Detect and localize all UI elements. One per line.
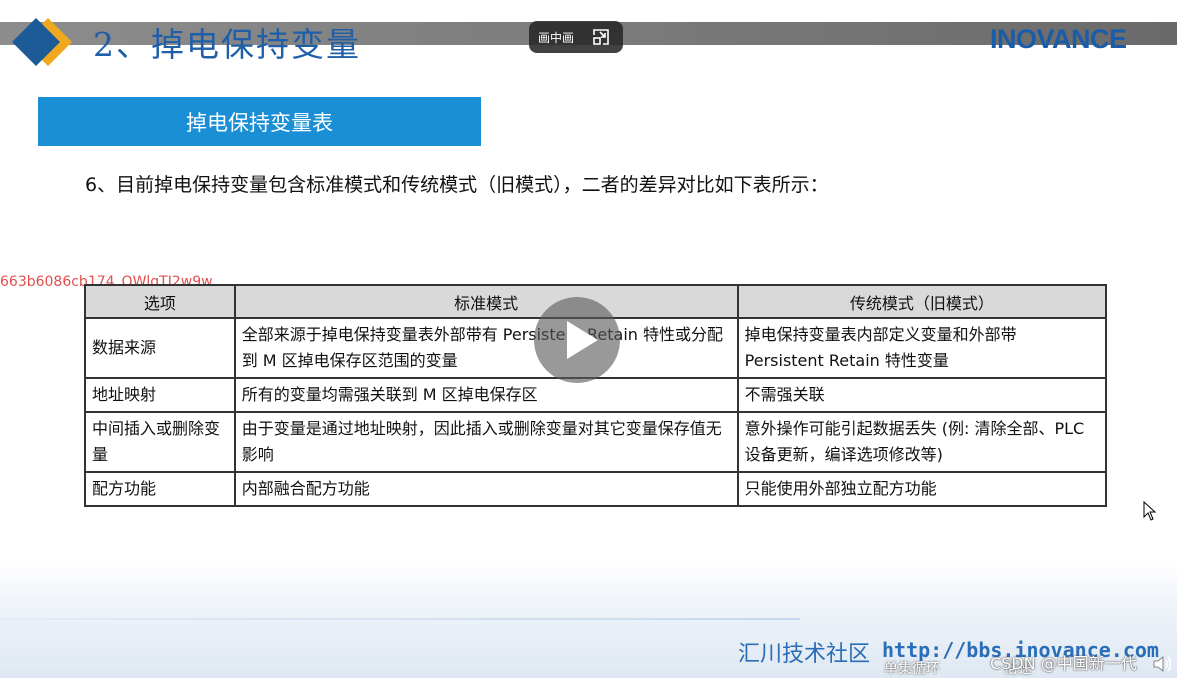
cell-legacy: 只能使用外部独立配方功能 bbox=[736, 471, 1108, 507]
slide-title: 2、掉电保持变量 bbox=[93, 25, 361, 64]
volume-icon[interactable] bbox=[1152, 654, 1174, 674]
brand-logo: INOVANCE bbox=[990, 24, 1127, 54]
header-option: 选项 bbox=[84, 284, 236, 319]
cell-legacy: 不需强关联 bbox=[736, 377, 1108, 413]
section-label: 掉电保持变量表 bbox=[38, 97, 481, 146]
table-row: 地址映射 所有的变量均需强关联到 M 区掉电保存区 不需强关联 bbox=[84, 377, 1108, 413]
cell-legacy: 意外操作可能引起数据丢失 (例: 清除全部、PLC 设备更新，编译选项修改等) bbox=[736, 411, 1108, 473]
cell-standard: 由于变量是通过地址映射，因此插入或删除变量对其它变量保存值无影响 bbox=[233, 411, 739, 473]
csdn-watermark: CSDN @中国新一代 bbox=[990, 654, 1137, 673]
play-button[interactable] bbox=[534, 297, 620, 383]
pip-exit-icon bbox=[593, 29, 609, 45]
diamond-logo-icon bbox=[12, 18, 72, 66]
picture-in-picture-button[interactable]: 画中画 bbox=[529, 21, 623, 53]
header-legacy: 传统模式（旧模式） bbox=[736, 284, 1108, 319]
loop-button[interactable]: 单集循环 bbox=[884, 658, 940, 678]
cell-legacy: 掉电保持变量表内部定义变量和外部带 Persistent Retain 特性变量 bbox=[736, 317, 1108, 379]
play-icon bbox=[567, 321, 598, 359]
pip-label: 画中画 bbox=[538, 30, 575, 45]
header-standard: 标准模式 bbox=[233, 284, 739, 319]
cell-standard: 内部融合配方功能 bbox=[233, 471, 739, 507]
cell-option: 地址映射 bbox=[84, 377, 236, 413]
footer-divider bbox=[0, 618, 800, 620]
cell-option: 中间插入或删除变量 bbox=[84, 411, 236, 473]
cell-option: 配方功能 bbox=[84, 471, 236, 507]
cursor-icon bbox=[1143, 501, 1157, 521]
table-row: 配方功能 内部融合配方功能 只能使用外部独立配方功能 bbox=[84, 471, 1108, 507]
footer-community: 汇川技术社区 bbox=[738, 642, 871, 667]
table-row: 中间插入或删除变量 由于变量是通过地址映射，因此插入或删除变量对其它变量保存值无… bbox=[84, 411, 1108, 473]
cell-standard: 全部来源于掉电保持变量表外部带有 Persistent Retain 特性或分配… bbox=[233, 317, 739, 379]
cell-standard: 所有的变量均需强关联到 M 区掉电保存区 bbox=[233, 377, 739, 413]
cell-option: 数据来源 bbox=[84, 317, 236, 379]
intro-text: 6、目前掉电保持变量包含标准模式和传统模式（旧模式），二者的差异对比如下表所示： bbox=[85, 174, 829, 196]
